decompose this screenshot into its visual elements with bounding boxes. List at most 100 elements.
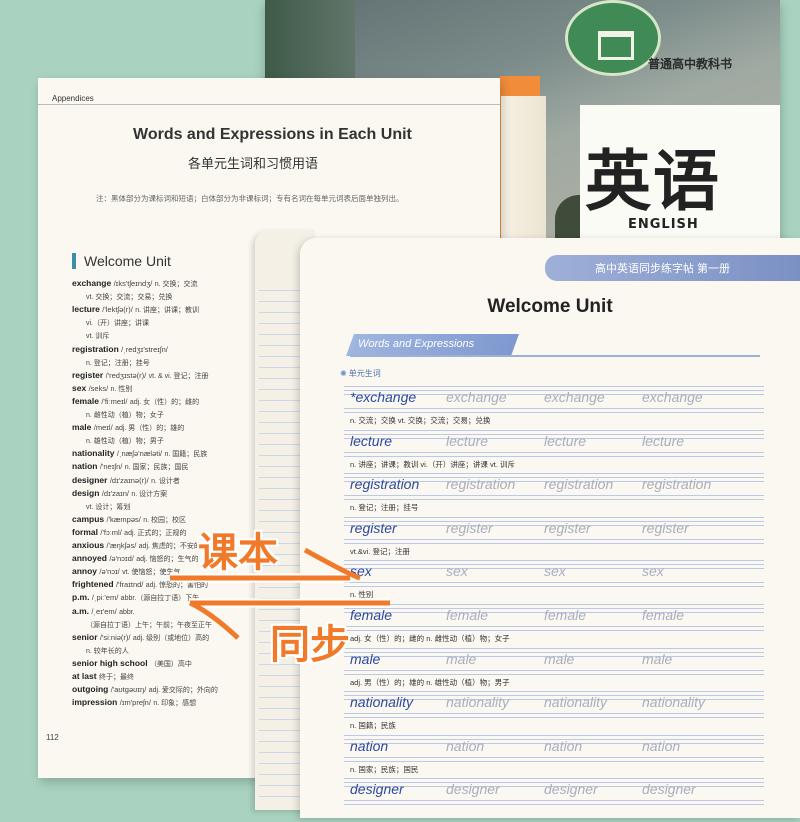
trace-word[interactable]: male: [642, 651, 672, 667]
trace-word[interactable]: lecture: [642, 433, 684, 449]
trace-word[interactable]: registration: [544, 476, 613, 492]
cover-title-cn: 英语: [585, 142, 721, 220]
vocab-phonetic: /ˌnæʃə'næləti/: [116, 449, 163, 459]
trace-word[interactable]: register: [642, 520, 689, 536]
trace-word[interactable]: registration: [642, 476, 711, 492]
practice-definition: vt.&vi. 登记；注册: [350, 546, 411, 556]
vocab-word: outgoing: [72, 684, 109, 695]
trace-word[interactable]: nationality: [642, 694, 705, 710]
trace-word[interactable]: designer: [642, 781, 696, 797]
cover-series: 普通高中教科书: [647, 57, 732, 71]
trace-word[interactable]: nationality: [446, 694, 509, 710]
practice-word: sex: [350, 563, 372, 580]
vocab-definition: adj. 女（性）的；雌的: [129, 398, 200, 406]
vocab-definition: n. 校园；校区: [143, 516, 187, 524]
vocab-definition: 终于；最终: [98, 674, 134, 681]
trace-word[interactable]: sex: [446, 563, 468, 579]
vocab-entry: n. 雄性动（植）物；男子: [86, 435, 164, 446]
vocab-entry: （源自拉丁语）上午；午前；午夜至正午: [86, 619, 212, 630]
vocab-entry: vt. 训斥: [86, 330, 109, 341]
vocab-word: designer: [72, 474, 108, 485]
trace-word[interactable]: nation: [544, 738, 582, 754]
vocab-word: annoy: [72, 566, 98, 577]
vocab-entry: sex /seks/ n. 性别: [72, 383, 132, 394]
guide-line: [344, 429, 764, 431]
vocab-word: at last: [72, 671, 97, 681]
page-title: Words and Expressions in Each Unit: [133, 126, 412, 143]
vocab-word: registration: [72, 343, 119, 354]
vocab-entry: designer /dɪ'zaɪnə(r)/ n. 设计者: [72, 475, 180, 486]
vocab-entry: senior high school （美国）高中: [72, 658, 192, 669]
vocab-word: formal: [72, 526, 98, 537]
vocab-word: senior high school: [72, 657, 148, 668]
vocab-phonetic: /'fɔːml/: [100, 527, 122, 537]
vocab-definition: adj. 级别（或地位）高的: [132, 634, 210, 642]
vocab-entry: outgoing /'aʊtgəʊɪŋ/ adj. 爱交际的；外向的: [72, 684, 218, 695]
vocab-phonetic: /'kæmpəs/: [106, 514, 141, 524]
guide-line: [344, 451, 764, 453]
vocab-entry: n. 雌性动（植）物；女子: [86, 409, 164, 420]
page-number: 112: [46, 733, 59, 742]
vocab-definition: vt. 训斥: [86, 333, 110, 341]
vocab-phonetic: /ə'nɔɪ/: [99, 567, 120, 577]
vocab-definition: n. 性别: [110, 385, 133, 393]
trace-word[interactable]: designer: [544, 781, 598, 797]
vocab-entry: design /dɪ'zaɪn/ n. 设计方案: [72, 488, 167, 499]
label-textbook: 课本: [198, 531, 278, 575]
practice-word: *exchange: [350, 389, 417, 405]
guide-line: [344, 604, 764, 605]
trace-word[interactable]: female: [446, 607, 488, 623]
trace-word[interactable]: register: [544, 520, 591, 536]
label-sync: 同步: [270, 623, 350, 667]
workbook-title: Welcome Unit: [487, 296, 613, 317]
trace-word[interactable]: exchange: [446, 389, 507, 405]
vocab-word: nationality: [72, 448, 115, 459]
vocab-entry: formal /'fɔːml/ adj. 正式的；正规的: [72, 527, 186, 538]
vocab-entry: exchange /ɪks'tʃeɪndʒ/ n. 交换；交流: [72, 278, 198, 289]
vocab-word: impression: [72, 697, 118, 708]
vocab-entry: at last 终于；最终: [72, 671, 134, 682]
trace-word[interactable]: sex: [544, 563, 566, 579]
guide-line: [344, 756, 764, 758]
trace-word[interactable]: nationality: [544, 694, 607, 710]
practice-definition: n. 登记；注册；挂号: [350, 503, 419, 513]
vocab-definition: abbr.: [119, 608, 135, 616]
vocab-phonetic: /'lektʃə(r)/: [102, 305, 133, 315]
vocab-entry: nation /'neɪʃn/ n. 国家；民族；国民: [72, 461, 189, 472]
workbook-page: 高中英语同步练字帖 第一册 Welcome Unit Words and Exp…: [300, 238, 800, 818]
practice-row: nationality nationality nationality nationa…: [344, 691, 764, 735]
trace-word[interactable]: exchange: [642, 389, 703, 405]
trace-word[interactable]: sex: [642, 563, 664, 579]
vocab-entry: register /'redʒɪstə(r)/ vt. & vi. 登记；注册: [72, 370, 209, 381]
trace-word[interactable]: nation: [642, 738, 680, 754]
trace-word[interactable]: lecture: [446, 433, 488, 449]
vocab-definition: n. 交换；交流: [154, 281, 198, 288]
vocab-definition: （源自拉丁语）上午；午前；午夜至正午: [86, 621, 212, 629]
trace-word[interactable]: register: [446, 520, 493, 536]
trace-word[interactable]: female: [642, 607, 684, 623]
vocab-definition: vi.（开）讲座；讲课: [86, 320, 149, 328]
trace-word[interactable]: male: [446, 651, 476, 667]
guide-line: [344, 630, 764, 631]
vocab-entry: lecture /'lektʃə(r)/ n. 讲座；讲课；教训: [72, 304, 199, 315]
workbook-banner: 高中英语同步练字帖 第一册: [545, 255, 800, 281]
vocab-phonetic: /dɪ'zaɪnə(r)/: [109, 475, 149, 485]
vocab-definition: n. 设计方案: [131, 490, 168, 498]
trace-word[interactable]: exchange: [544, 389, 605, 405]
trace-word[interactable]: lecture: [544, 433, 586, 449]
trace-word[interactable]: male: [544, 651, 574, 667]
practice-word: male: [350, 650, 381, 667]
trace-word[interactable]: registration: [446, 476, 515, 492]
practice-row: male male male male adj. 男（性）的；雄的 n. 雄性动（植）物…: [344, 647, 764, 692]
trace-word[interactable]: nation: [446, 738, 484, 754]
guide-line: [344, 626, 764, 627]
vocab-entry: vi.（开）讲座；讲课: [86, 317, 149, 328]
trace-word[interactable]: female: [544, 607, 586, 623]
vocab-definition: adj. 焦虑的；不安的: [138, 543, 201, 550]
vocab-phonetic: /ˌredʒɪ'streɪʃn/: [121, 344, 168, 354]
vocab-word: anxious: [72, 540, 105, 550]
vocab-entry: n. 登记；注册；挂号: [86, 357, 150, 368]
trace-word[interactable]: designer: [446, 781, 500, 797]
guide-line: [344, 760, 764, 762]
practice-row: *exchange exchange exchange exchange n. 交流；交…: [344, 386, 764, 430]
